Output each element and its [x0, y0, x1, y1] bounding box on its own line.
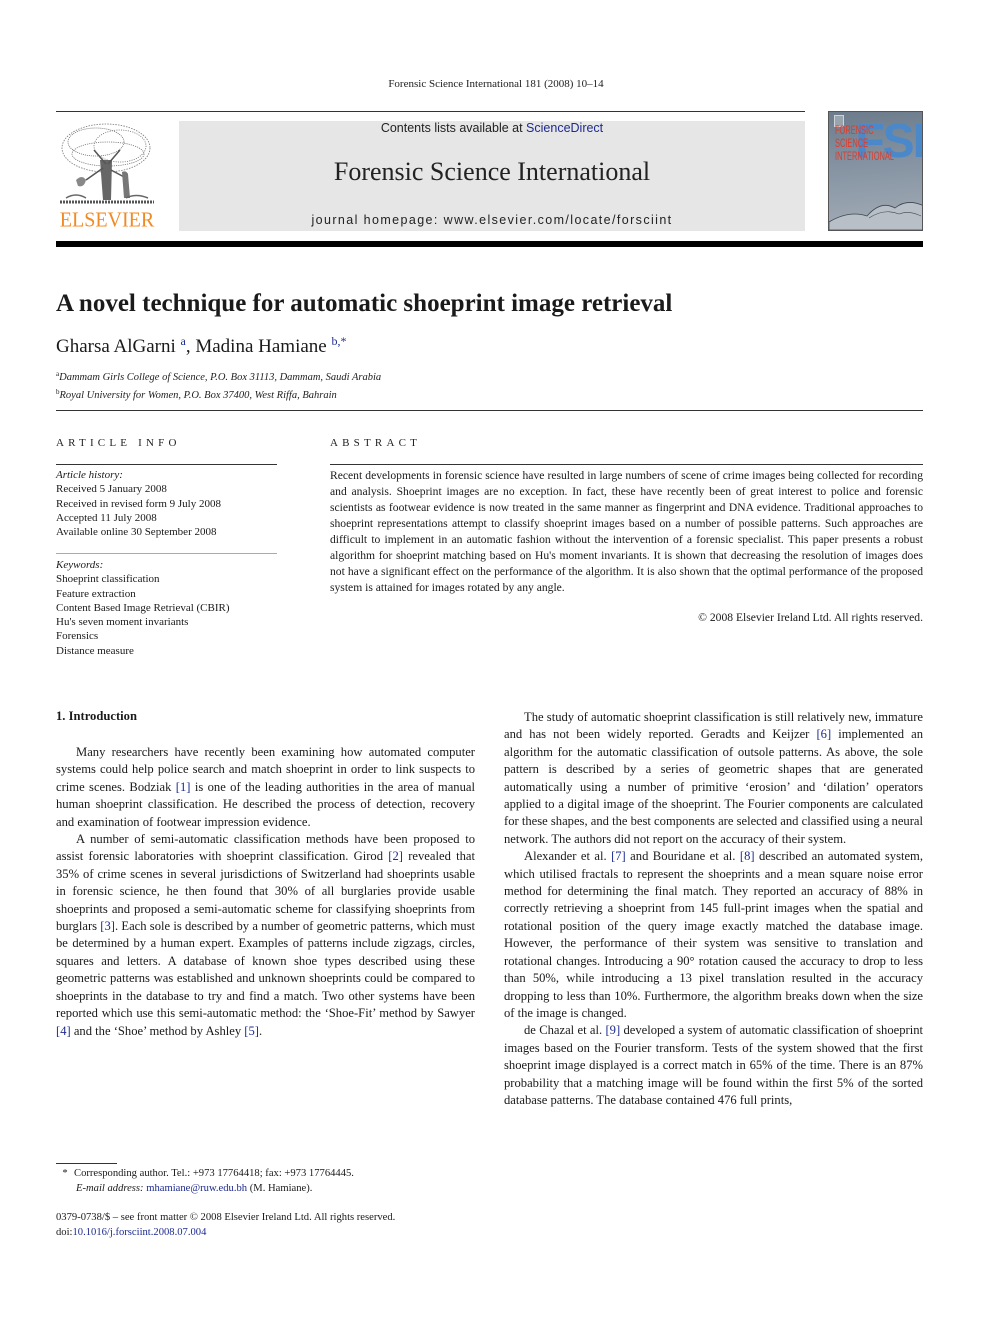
cover-title: FORENSIC SCIENCE INTERNATIONAL — [835, 123, 894, 163]
footnote-rule — [56, 1163, 117, 1164]
citation-link[interactable]: [6] — [816, 727, 831, 741]
keyword-item: Hu's seven moment invariants — [56, 616, 189, 629]
citation-link[interactable]: [1] — [176, 780, 191, 794]
elsevier-tree-icon — [60, 123, 154, 204]
footnote-star: * — [62, 1168, 68, 1179]
body-text: de Chazal et al. — [524, 1023, 606, 1038]
history-item: Received 5 January 2008 — [56, 483, 167, 496]
doi-link[interactable]: 10.1016/j.forsciint.2008.07.004 — [72, 1227, 206, 1238]
journal-cover-image[interactable]: FSI FORENSIC SCIENCE INTERNATIONAL — [828, 111, 923, 231]
journal-title: Forensic Science International — [333, 157, 651, 186]
cover-landscape-graphic — [829, 202, 922, 230]
keyword-item: Feature extraction — [56, 587, 136, 600]
abstract-heading: ABSTRACT — [330, 437, 422, 449]
body-paragraph: Alexander et al. [7] and Bouridane et al… — [504, 848, 923, 1022]
author-list: Gharsa AlGarni a, Madina Hamiane b,* — [56, 334, 347, 357]
article-history-label: Article history: — [56, 469, 123, 481]
section-heading-introduction: 1. Introduction — [56, 709, 137, 723]
header-top-rule — [56, 111, 805, 112]
keywords-rule — [56, 553, 277, 554]
email-label: E-mail address: — [76, 1182, 144, 1194]
contents-prefix: Contents lists available at — [380, 121, 527, 135]
author-name: Madina Hamiane — [195, 336, 327, 357]
corresponding-author-contact: Corresponding author. Tel.: +973 1776441… — [74, 1168, 354, 1179]
history-item: Accepted 11 July 2008 — [56, 511, 157, 524]
front-matter: 0379-0738/$ – see front matter © 2008 El… — [56, 1211, 486, 1240]
article-history: Article history: Received 5 January 2008… — [56, 468, 277, 539]
body-text: . Each sole is described by a number of … — [56, 919, 475, 1021]
body-text: implemented an algorithm for the automat… — [504, 727, 923, 846]
header-thick-rule — [56, 241, 923, 247]
author-affiliation-mark[interactable]: b,* — [331, 334, 346, 348]
doi-prefix: doi: — [56, 1226, 73, 1238]
abstract-rule — [330, 464, 923, 465]
email-suffix: (M. Hamiane). — [247, 1182, 313, 1194]
keyword-item: Content Based Image Retrieval (CBIR) — [56, 601, 230, 614]
article-info-rule — [56, 464, 277, 465]
history-item: Received in revised form 9 July 2008 — [56, 497, 221, 510]
citation-link[interactable]: [9] — [605, 1023, 620, 1037]
citation-link[interactable]: [3] — [100, 919, 115, 933]
history-item: Available online 30 September 2008 — [56, 526, 217, 539]
affiliation-item: bRoyal University for Women, P.O. Box 37… — [56, 388, 337, 401]
article-info-heading: ARTICLE INFO — [56, 437, 181, 449]
body-paragraph: de Chazal et al. [9] developed a system … — [504, 1022, 923, 1109]
running-head: Forensic Science International 181 (2008… — [388, 78, 604, 90]
affiliations: aDammam Girls College of Science, P.O. B… — [56, 367, 381, 403]
sciencedirect-link[interactable]: ScienceDirect — [526, 121, 603, 135]
body-text: and Bouridane et al. — [625, 849, 740, 864]
email-link[interactable]: mhamiane@ruw.edu.bh — [146, 1183, 247, 1194]
contents-line: Contents lists available at ScienceDirec… — [179, 121, 805, 135]
elsevier-wordmark: ELSEVIER — [59, 208, 155, 232]
body-column-right: The study of automatic shoeprint classif… — [504, 709, 923, 1109]
body-column-left: Many researchers have recently been exam… — [56, 744, 475, 1040]
issn-line: 0379-0738/$ – see front matter © 2008 El… — [56, 1212, 396, 1223]
journal-homepage-link[interactable]: journal homepage: www.elsevier.com/locat… — [179, 213, 805, 227]
keyword-item: Distance measure — [56, 644, 134, 657]
section-divider — [56, 410, 923, 411]
journal-banner: Contents lists available at ScienceDirec… — [179, 121, 805, 231]
abstract-copyright: © 2008 Elsevier Ireland Ltd. All rights … — [698, 611, 923, 624]
corresponding-author-footnote: * Corresponding author. Tel.: +973 177644… — [56, 1167, 476, 1196]
keyword-item: Forensics — [56, 630, 99, 643]
article-title: A novel technique for automatic shoeprin… — [56, 290, 673, 317]
elsevier-logo[interactable]: ELSEVIER — [56, 120, 158, 232]
citation-link[interactable]: [4] — [56, 1024, 71, 1038]
body-paragraph: A number of semi-automatic classificatio… — [56, 831, 475, 1040]
body-text: described an automated system, which uti… — [504, 849, 924, 1020]
keywords-label: Keywords: — [56, 559, 104, 571]
abstract-text: Recent developments in forensic science … — [330, 469, 923, 594]
body-paragraph: The study of automatic shoeprint classif… — [504, 709, 923, 848]
body-text: and the ‘Shoe’ method by Ashley — [70, 1023, 245, 1038]
citation-link[interactable]: [7] — [611, 849, 626, 863]
keywords: Keywords: Shoeprint classification Featu… — [56, 558, 277, 658]
citation-link[interactable]: [8] — [740, 849, 755, 863]
citation-link[interactable]: [2] — [388, 849, 403, 863]
body-paragraph: Many researchers have recently been exam… — [56, 744, 475, 831]
keyword-item: Shoeprint classification — [56, 573, 160, 586]
citation-link[interactable]: [5] — [244, 1024, 259, 1038]
body-text: Alexander et al. — [524, 849, 612, 864]
affiliation-item: aDammam Girls College of Science, P.O. B… — [56, 370, 382, 383]
body-text: . — [258, 1023, 263, 1038]
author-name: Gharsa AlGarni — [56, 336, 176, 357]
